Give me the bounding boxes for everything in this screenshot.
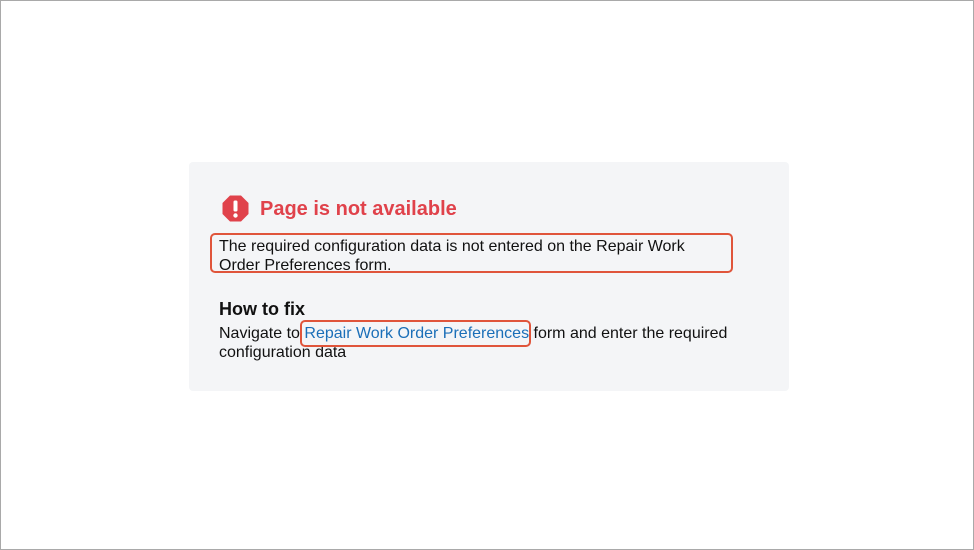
error-exclamation-icon: [222, 195, 249, 222]
error-card: Page is not available The required confi…: [189, 162, 789, 391]
how-to-fix-heading: How to fix: [219, 299, 305, 319]
page-title: Page is not available: [260, 197, 457, 220]
error-message: The required configuration data is not e…: [219, 238, 685, 274]
repair-work-order-preferences-link[interactable]: Repair Work Order Preferences: [304, 325, 529, 342]
window-frame: Page is not available The required confi…: [0, 0, 974, 550]
error-title-row: Page is not available: [222, 195, 457, 222]
fix-instructions: Navigate to Repair Work Order Preference…: [219, 324, 759, 362]
fix-prefix: Navigate to: [219, 325, 305, 342]
